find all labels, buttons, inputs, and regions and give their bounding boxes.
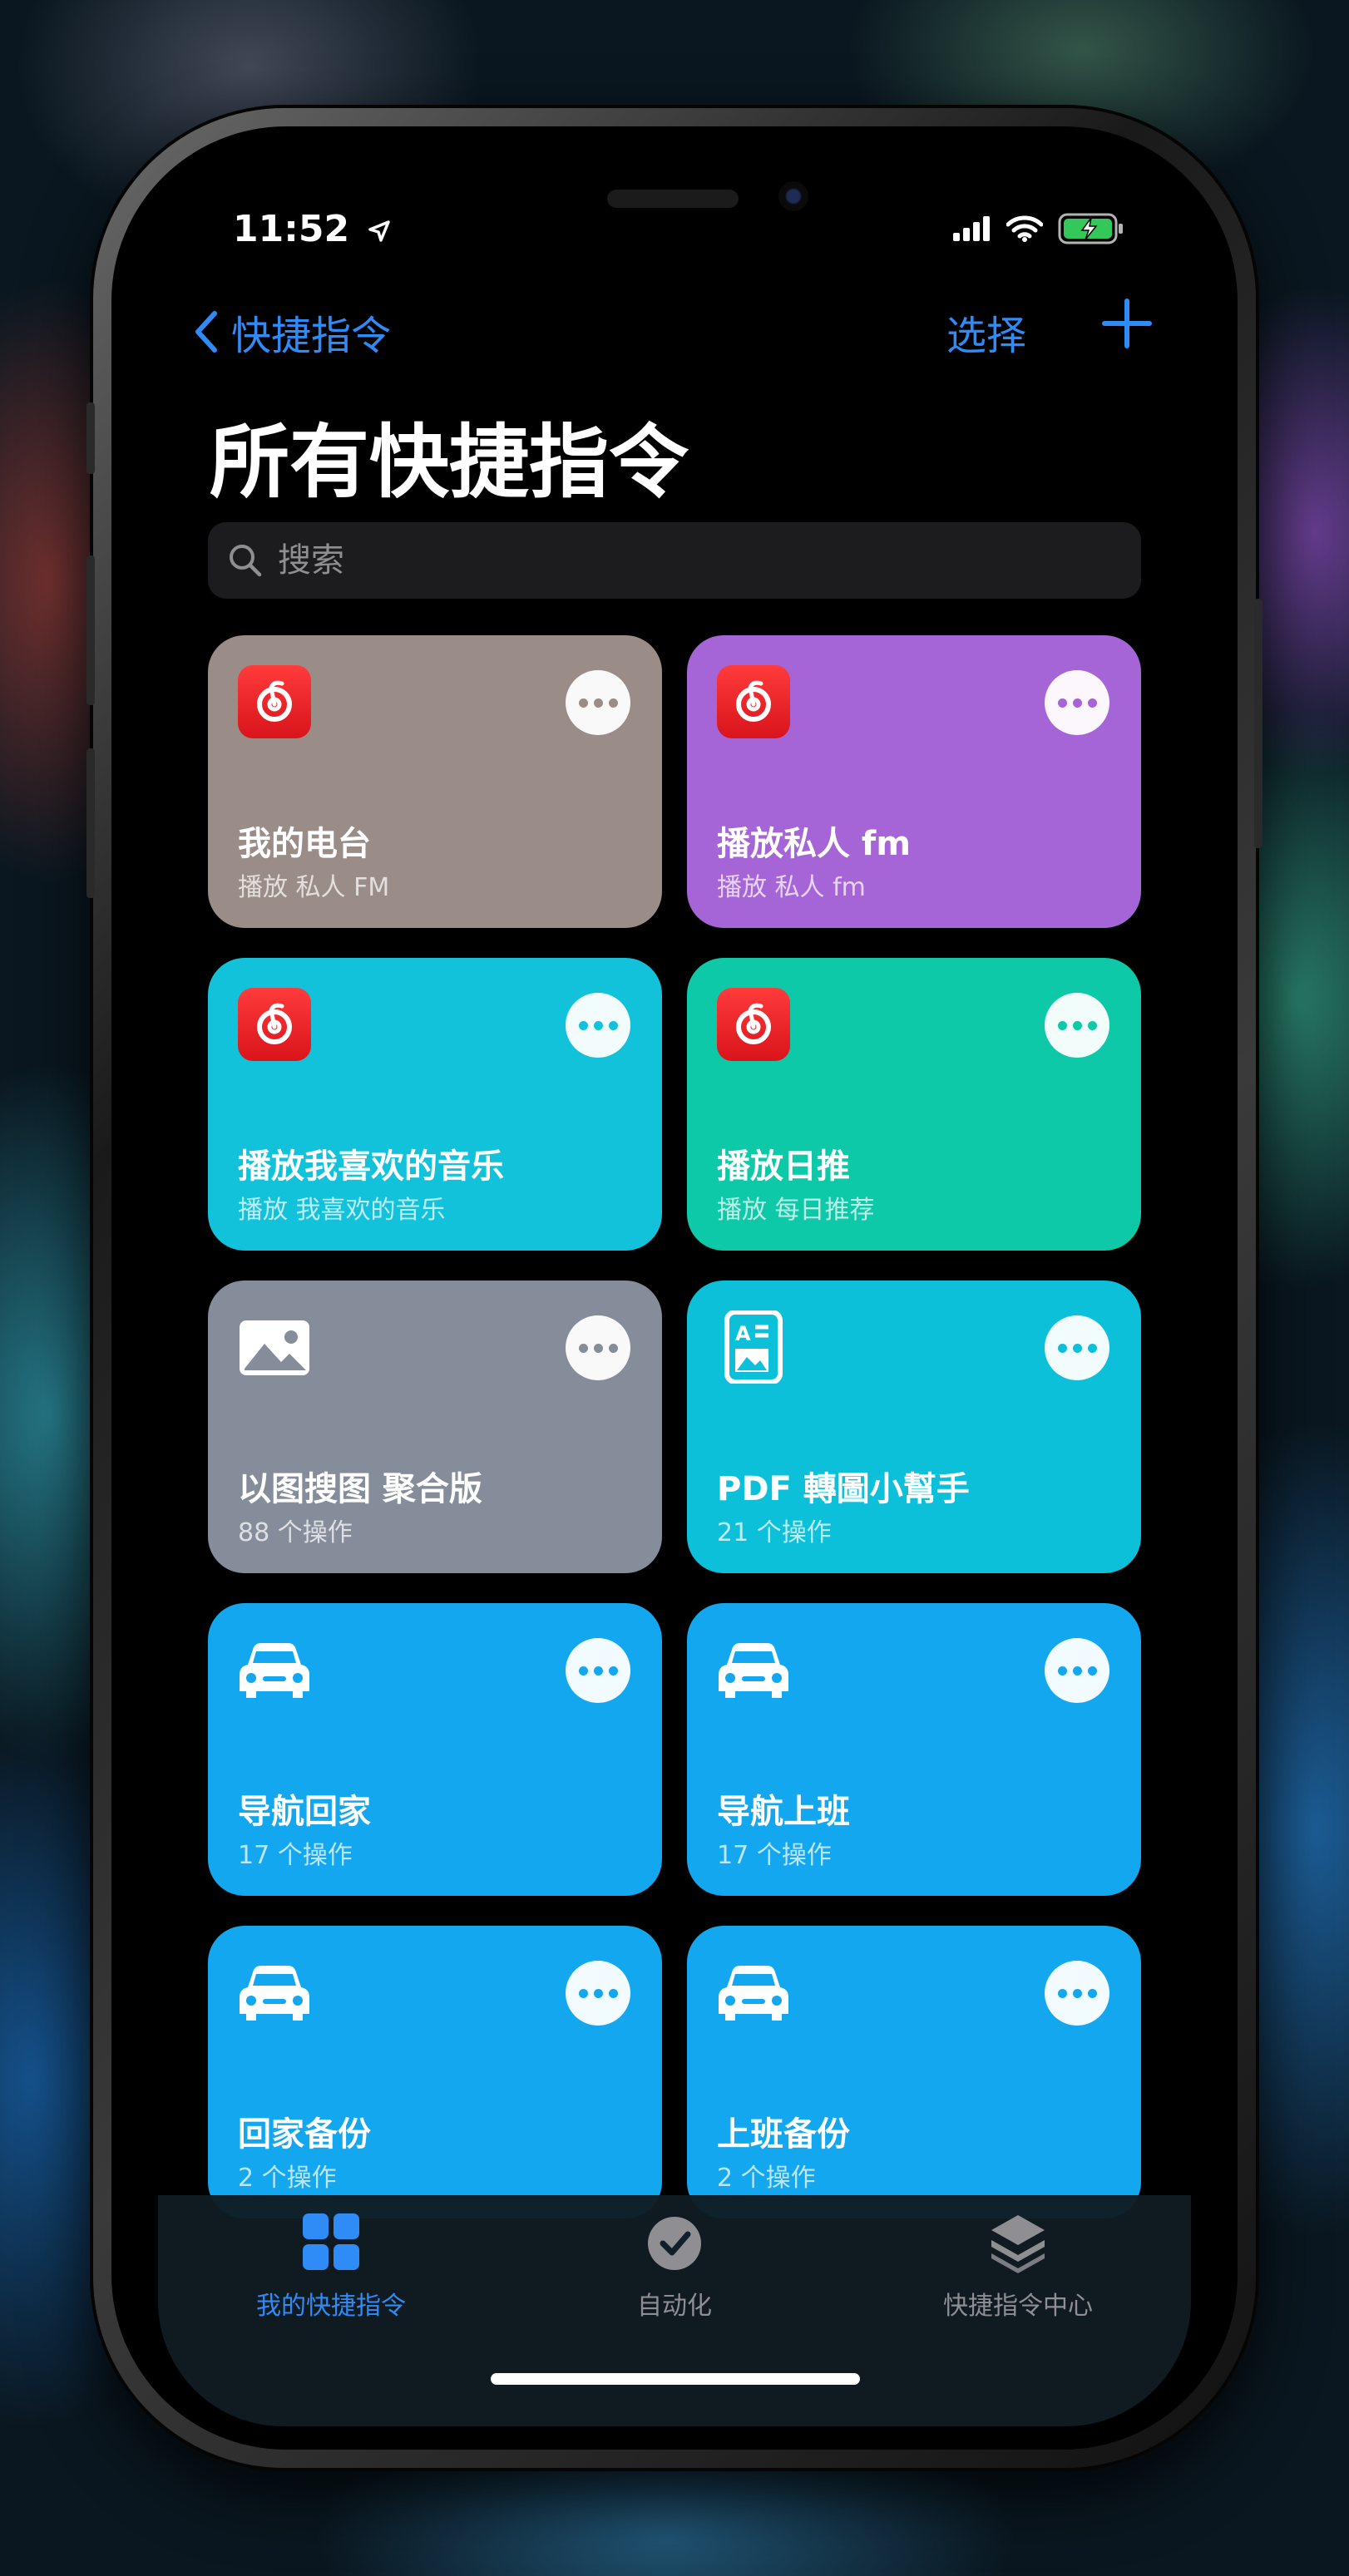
shortcut-title: 导航上班 <box>717 1793 850 1831</box>
shortcut-title: PDF 轉圖小幫手 <box>717 1470 970 1508</box>
shortcut-subtitle: 2 个操作 <box>717 2164 816 2193</box>
search-input[interactable] <box>278 541 1026 580</box>
car-icon <box>719 1966 788 2021</box>
car-icon <box>240 1966 309 2021</box>
page-title: 所有快捷指令 <box>210 416 689 509</box>
car-icon <box>719 1643 788 1698</box>
netease-music-icon <box>717 665 790 738</box>
netease-music-icon <box>238 988 311 1061</box>
more-options-button[interactable] <box>1045 993 1109 1058</box>
tab-my-shortcuts[interactable]: 我的快捷指令 <box>206 2208 456 2322</box>
svg-text:A: A <box>735 1322 751 1345</box>
back-button[interactable]: 快捷指令 <box>191 303 391 361</box>
volume-down-button <box>86 748 95 898</box>
shortcut-subtitle: 2 个操作 <box>238 2164 337 2193</box>
mute-switch <box>86 402 95 474</box>
volume-up-button <box>86 555 95 705</box>
car-icon <box>240 1643 309 1698</box>
document-image-icon: A <box>724 1310 783 1384</box>
shortcut-card-image-search[interactable]: 以图搜图 聚合版 88 个操作 <box>208 1281 662 1573</box>
shortcut-title: 以图搜图 聚合版 <box>238 1470 482 1508</box>
home-indicator[interactable] <box>491 2373 860 2385</box>
location-arrow-icon <box>368 220 391 242</box>
more-options-button[interactable] <box>566 1315 630 1380</box>
shortcut-card-home-backup[interactable]: 回家备份 2 个操作 <box>208 1926 662 2218</box>
more-options-button[interactable] <box>566 1961 630 2026</box>
status-time-text: 11:52 <box>233 208 350 250</box>
shortcut-title: 上班备份 <box>717 2115 850 2154</box>
status-indicators <box>953 213 1124 244</box>
photo-icon <box>240 1320 309 1375</box>
tab-label: 自动化 <box>637 2292 712 2321</box>
shortcut-card-my-radio[interactable]: 我的电台 播放 私人 FM <box>208 635 662 928</box>
netease-music-icon <box>238 665 311 738</box>
shortcut-title: 播放我喜欢的音乐 <box>238 1147 504 1186</box>
search-icon <box>230 545 262 577</box>
more-options-button[interactable] <box>1045 1638 1109 1703</box>
back-button-label: 快捷指令 <box>231 313 392 359</box>
power-button <box>1254 599 1263 848</box>
more-options-button[interactable] <box>1045 670 1109 735</box>
shortcut-title: 我的电台 <box>238 825 371 863</box>
shortcut-subtitle: 21 个操作 <box>717 1518 832 1547</box>
front-camera <box>778 181 808 211</box>
tab-automation[interactable]: 自动化 <box>550 2208 799 2322</box>
shortcut-card-navigate-home[interactable]: 导航回家 17 个操作 <box>208 1603 662 1896</box>
search-bar[interactable] <box>208 522 1141 599</box>
select-button[interactable]: 选择 <box>946 303 1026 361</box>
add-shortcut-button[interactable] <box>1098 294 1156 353</box>
shortcut-card-work-backup[interactable]: 上班备份 2 个操作 <box>687 1926 1141 2218</box>
chevron-left-icon <box>195 311 217 353</box>
shortcut-card-play-private-fm[interactable]: 播放私人 fm 播放 私人 fm <box>687 635 1141 928</box>
shortcut-title: 回家备份 <box>238 2115 371 2154</box>
cellular-signal-icon <box>953 216 990 241</box>
netease-music-icon <box>717 988 790 1061</box>
wifi-icon <box>1006 215 1043 242</box>
earpiece-speaker <box>607 190 739 208</box>
clock-check-icon <box>648 2217 701 2270</box>
shortcut-title: 播放私人 fm <box>717 825 912 863</box>
shortcut-card-navigate-work[interactable]: 导航上班 17 个操作 <box>687 1603 1141 1896</box>
layers-icon <box>991 2215 1045 2273</box>
shortcut-subtitle: 播放 私人 fm <box>717 873 866 902</box>
shortcut-title: 导航回家 <box>238 1793 371 1831</box>
shortcut-card-daily-recommend[interactable]: 播放日推 播放 每日推荐 <box>687 958 1141 1251</box>
shortcut-card-play-liked-music[interactable]: 播放我喜欢的音乐 播放 我喜欢的音乐 <box>208 958 662 1251</box>
more-options-button[interactable] <box>566 1638 630 1703</box>
tab-bar: 我的快捷指令 自动化 快捷指令中心 <box>158 2195 1191 2426</box>
shortcut-subtitle: 播放 每日推荐 <box>717 1196 875 1225</box>
shortcut-subtitle: 88 个操作 <box>238 1518 353 1547</box>
shortcut-card-pdf-to-image[interactable]: A PDF 轉圖小幫手 21 个操作 <box>687 1281 1141 1573</box>
more-options-button[interactable] <box>566 670 630 735</box>
shortcut-subtitle: 播放 私人 FM <box>238 873 390 902</box>
tab-label: 我的快捷指令 <box>256 2292 406 2321</box>
more-options-button[interactable] <box>1045 1961 1109 2026</box>
more-options-button[interactable] <box>1045 1315 1109 1380</box>
status-time: 11:52 <box>233 208 392 250</box>
tab-label: 快捷指令中心 <box>943 2292 1093 2321</box>
shortcut-title: 播放日推 <box>717 1147 850 1186</box>
shortcut-subtitle: 17 个操作 <box>717 1841 832 1870</box>
tab-gallery[interactable]: 快捷指令中心 <box>893 2208 1143 2322</box>
screen: 11:52 快捷指令 选择 所有快捷指令 搜索 我的电台 播放 私人 FM 播放… <box>158 148 1191 2426</box>
shortcut-subtitle: 17 个操作 <box>238 1841 353 1870</box>
shortcut-subtitle: 播放 我喜欢的音乐 <box>238 1196 446 1225</box>
more-options-button[interactable] <box>566 993 630 1058</box>
grid-icon <box>303 2213 359 2270</box>
battery-charging-icon <box>1058 213 1123 244</box>
